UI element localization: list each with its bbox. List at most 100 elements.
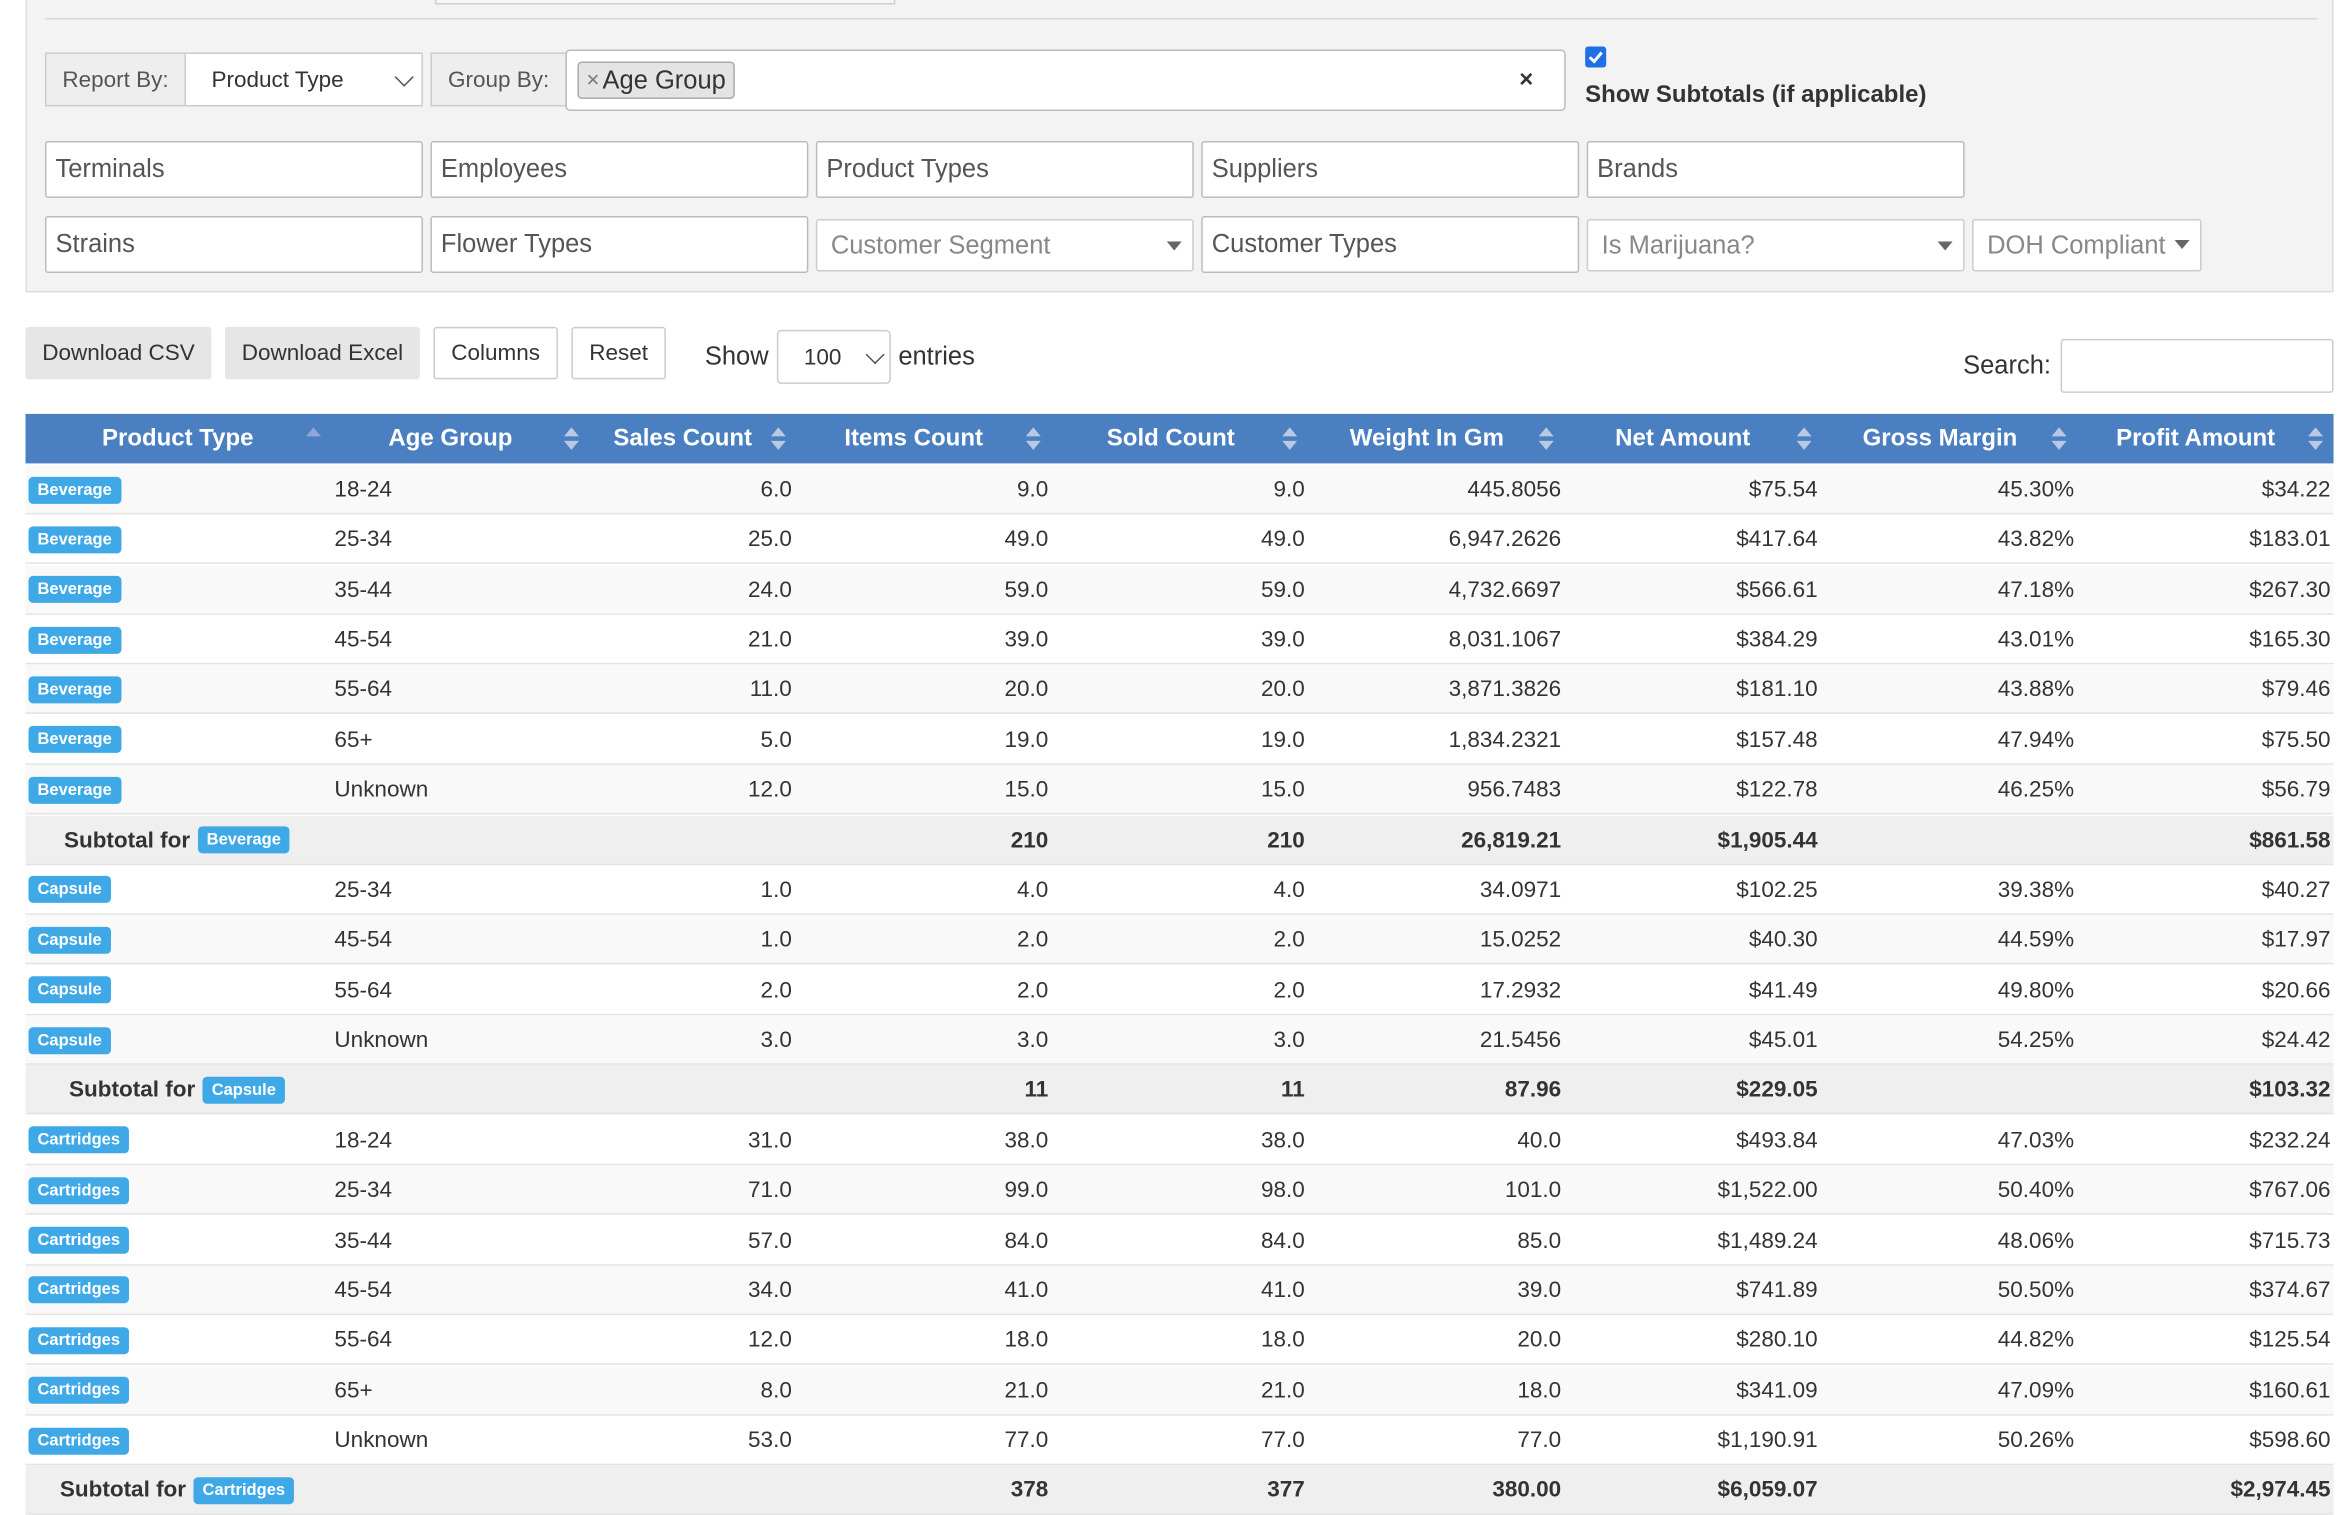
table-row: Cartridges 18-24 31.0 38.0 38.0 40.0 $493.84 47… <box>25 1115 2334 1165</box>
reset-button[interactable]: Reset <box>571 326 666 380</box>
group-by-multiselect[interactable]: × Age Group × <box>565 49 1566 111</box>
product-type-cell: Cartridges <box>28 1115 130 1164</box>
sort-icon[interactable] <box>2051 427 2067 451</box>
sold-count-cell: 41.0 <box>1260 1277 1305 1304</box>
age-group-cell: Unknown <box>334 1027 429 1053</box>
items-count-cell: 2.0 <box>1017 977 1049 1003</box>
employees-filter[interactable]: Employees <box>430 140 809 198</box>
terminals-filter[interactable]: Terminals <box>44 140 423 198</box>
sort-icon[interactable] <box>563 427 579 451</box>
sales-count-cell: 3.0 <box>760 1027 792 1053</box>
sort-icon[interactable] <box>1796 427 1812 451</box>
sort-icon[interactable] <box>2308 427 2324 451</box>
sort-icon[interactable] <box>1538 427 1554 451</box>
net-amount-cell: $75.54 <box>1748 476 1818 503</box>
table-row: Beverage 55-64 11.0 20.0 20.0 3,871.3826 $181.… <box>25 665 2334 715</box>
weight-cell: 77.0 <box>1517 1427 1562 1454</box>
doh-compliant-select[interactable]: DOH Compliant <box>1972 218 2202 272</box>
subtotal-row: Subtotal for Cartridges 378 377 380.00 $6,059… <box>25 1465 2334 1515</box>
table-row: Beverage 25-34 25.0 49.0 49.0 6,947.2626 $417.… <box>25 514 2334 565</box>
chevron-down-icon <box>865 345 885 365</box>
items-count-cell: 4.0 <box>1017 877 1049 903</box>
net-amount-cell: $1,190.91 <box>1717 1427 1818 1454</box>
col-sold-count[interactable]: Sold Count <box>1107 414 1235 463</box>
items-count-cell: 99.0 <box>1004 1177 1049 1204</box>
gross-margin-cell: 54.25% <box>1997 1027 2075 1053</box>
sold-count-cell: 2.0 <box>1273 977 1305 1003</box>
checkmark-icon <box>1588 51 1603 64</box>
download-excel-button[interactable]: Download Excel <box>224 326 420 380</box>
product-type-cell: Beverage <box>28 665 121 714</box>
sort-asc-icon[interactable] <box>305 427 321 451</box>
product-type-badge: Beverage <box>28 776 121 804</box>
download-csv-button[interactable]: Download CSV <box>25 326 212 380</box>
col-weight-in-gm[interactable]: Weight In Gm <box>1350 414 1504 463</box>
group-by-tag: × Age Group <box>577 61 735 99</box>
profit-amount-cell: $861.58 <box>2249 827 2331 853</box>
items-count-cell: 21.0 <box>1004 1377 1049 1404</box>
tag-remove-icon[interactable]: × <box>586 67 599 92</box>
entries-label: entries <box>898 341 975 371</box>
sort-icon[interactable] <box>1282 427 1298 451</box>
product-types-filter[interactable]: Product Types <box>815 140 1194 198</box>
product-type-badge: Cartridges <box>28 1126 130 1154</box>
entries-select[interactable]: 100 <box>776 329 891 384</box>
table-row: Beverage 35-44 24.0 59.0 59.0 4,732.6697 $566.… <box>25 564 2334 615</box>
customer-types-filter[interactable]: Customer Types <box>1201 215 1580 273</box>
col-gross-margin[interactable]: Gross Margin <box>1863 414 2018 463</box>
col-net-amount[interactable]: Net Amount <box>1615 414 1750 463</box>
group-by-label: Group By: <box>430 52 567 107</box>
product-type-badge: Capsule <box>28 926 111 954</box>
gross-margin-cell: 44.59% <box>1997 927 2075 953</box>
product-type-cell: Capsule <box>28 865 111 914</box>
profit-amount-cell: $79.46 <box>2261 677 2331 703</box>
suppliers-filter[interactable]: Suppliers <box>1201 140 1580 198</box>
profit-amount-cell: $20.66 <box>2261 977 2331 1003</box>
table-row: Beverage Unknown 12.0 15.0 15.0 956.7483 $122.… <box>25 765 2334 815</box>
col-age-group[interactable]: Age Group <box>388 414 512 463</box>
sort-icon[interactable] <box>770 427 786 451</box>
panel-divider <box>44 17 2318 20</box>
sort-icon[interactable] <box>1025 427 1041 451</box>
table-row: Cartridges 45-54 34.0 41.0 41.0 39.0 $741.89 50… <box>25 1265 2334 1316</box>
brands-filter[interactable]: Brands <box>1586 140 1965 198</box>
col-sales-count[interactable]: Sales Count <box>613 414 752 463</box>
product-type-badge: Capsule <box>28 1026 111 1054</box>
product-type-badge: Beverage <box>28 526 121 554</box>
age-group-cell: 65+ <box>334 1377 373 1404</box>
age-group-cell: 25-34 <box>334 877 392 903</box>
profit-amount-cell: $56.79 <box>2261 777 2331 803</box>
col-product-type[interactable]: Product Type <box>102 414 254 463</box>
sales-count-cell: 8.0 <box>760 1377 792 1404</box>
report-by-select[interactable]: Product Type <box>184 52 423 107</box>
customer-segment-select[interactable]: Customer Segment <box>815 218 1194 272</box>
clear-icon[interactable]: × <box>1519 67 1533 94</box>
sold-count-cell: 4.0 <box>1273 877 1305 903</box>
strains-filter[interactable]: Strains <box>44 215 423 273</box>
profit-amount-cell: $103.32 <box>2249 1077 2331 1103</box>
sold-count-cell: 19.0 <box>1260 727 1305 753</box>
col-profit-amount[interactable]: Profit Amount <box>2116 414 2275 463</box>
sold-count-cell: 15.0 <box>1260 777 1305 803</box>
product-type-cell: Cartridges <box>28 1166 130 1215</box>
columns-button[interactable]: Columns <box>433 326 558 380</box>
product-type-badge: Capsule <box>28 976 111 1004</box>
group-by-tag-label: Age Group <box>602 65 726 94</box>
subtotal-row: Subtotal for Beverage 210 210 26,819.21 $1,90… <box>25 815 2334 865</box>
search-input[interactable] <box>2060 338 2334 393</box>
subtotal-prefix: Subtotal for <box>59 1477 187 1504</box>
sold-count-cell: 3.0 <box>1273 1027 1305 1053</box>
gross-margin-cell: 47.03% <box>1997 1127 2075 1153</box>
product-type-cell: Capsule <box>28 1015 111 1064</box>
show-subtotals-checkbox[interactable] <box>1585 46 1607 68</box>
table-row: Cartridges 35-44 57.0 84.0 84.0 85.0 $1,489.24… <box>25 1215 2334 1266</box>
age-group-cell: 55-64 <box>334 677 392 703</box>
is-marijuana-select[interactable]: Is Marijuana? <box>1586 218 1965 272</box>
sold-count-cell: 11 <box>1280 1077 1305 1103</box>
flower-types-filter[interactable]: Flower Types <box>430 215 809 273</box>
col-items-count[interactable]: Items Count <box>844 414 983 463</box>
table-header: Product Type Age Group Sales Count Items… <box>25 413 2334 464</box>
profit-amount-cell: $40.27 <box>2261 877 2331 903</box>
age-group-cell: 25-34 <box>334 1177 392 1204</box>
sales-count-cell: 34.0 <box>748 1277 792 1304</box>
